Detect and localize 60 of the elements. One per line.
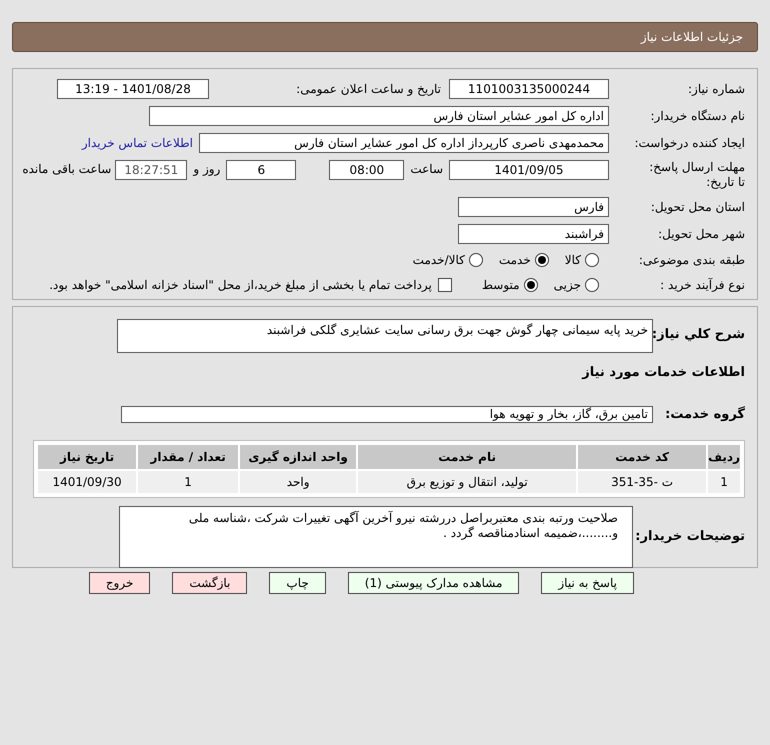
column-header: تاریخ نیاز [38, 445, 136, 469]
table-cell: 1401/09/30 [38, 471, 136, 493]
checkbox[interactable] [438, 278, 452, 292]
field-label: مهلت ارسال پاسخ: تا تاریخ: [648, 160, 745, 190]
countdown-field: 18:27:51 [115, 160, 188, 180]
field-label: تاریخ و ساعت اعلان عمومی: [295, 81, 442, 98]
column-header: کد خدمت [578, 445, 706, 469]
action-button[interactable]: چاپ [269, 572, 326, 594]
input-field[interactable]: تامین برق، گاز، بخار و تهویه هوا [121, 406, 653, 423]
input-field[interactable]: فراشبند [458, 224, 609, 244]
action-button[interactable]: پاسخ به نیاز [541, 572, 634, 594]
radio-label: متوسط [482, 277, 520, 294]
radio-button[interactable] [585, 253, 599, 267]
table-cell: ت -35-351 [578, 471, 706, 493]
payment-note: پرداخت تمام یا بخشی از مبلغ خرید،از محل "اسناد خزانه اسلامی" خواهد بود. [49, 277, 432, 294]
field-label: توضیحات خریدار: [634, 528, 745, 546]
input-field[interactable]: 6 [226, 160, 296, 180]
input-field[interactable]: فارس [458, 197, 609, 217]
field-label: نام دستگاه خریدار: [650, 108, 745, 125]
field-label: شرح کلي نياز: [653, 326, 745, 344]
table-cell: 1 [138, 471, 238, 493]
radio-button[interactable] [585, 278, 599, 292]
column-header: تعداد / مقدار [138, 445, 238, 469]
field-label: شماره نیاز: [687, 81, 745, 98]
input-field[interactable]: 1401/09/05 [449, 160, 609, 180]
field-label: روز و [192, 161, 222, 178]
input-field[interactable]: 08:00 [329, 160, 404, 180]
radio-label: خدمت [498, 252, 531, 269]
field-label: نوع فرآیند خرید : [659, 277, 745, 294]
radio-label: کالا/خدمت [412, 252, 465, 269]
input-field[interactable]: 1401/08/28 - 13:19 [57, 79, 209, 99]
action-button[interactable]: مشاهده مدارک پیوستی (1) [348, 572, 520, 594]
field-label: استان محل تحویل: [650, 199, 745, 216]
section-heading: اطلاعات خدمات مورد نیاز [580, 364, 745, 382]
table-cell: تولید، انتقال و توزیع برق [358, 471, 576, 493]
column-header: ردیف [708, 445, 740, 469]
input-field[interactable]: 1101003135000244 [449, 79, 609, 99]
radio-button[interactable] [468, 253, 483, 267]
action-button[interactable]: بازگشت [172, 572, 248, 594]
field-label: شهر محل تحویل: [657, 226, 745, 243]
radio-label: کالا [564, 252, 581, 269]
field-label: گروه خدمت: [664, 405, 745, 424]
field-label: طبقه بندی موضوعی: [638, 252, 745, 269]
input-field[interactable]: محمدمهدی ناصری کارپرداز اداره کل امور عشایر استان فارس [199, 133, 609, 153]
field-label: ساعت باقی مانده [22, 161, 112, 178]
description-field: خرید پایه سیمانی چهار گوش جهت برق رسانی سایت عشایری گلکی فراشبند [117, 319, 653, 353]
column-header: نام خدمت [358, 445, 576, 469]
radio-button[interactable] [534, 253, 549, 267]
input-field[interactable]: اداره کل امور عشایر استان فارس [149, 106, 609, 126]
table-cell: 1 [708, 471, 740, 493]
radio-label: جزیی [554, 277, 581, 294]
radio-button[interactable] [524, 278, 538, 292]
buyer-contact-link[interactable]: اطلاعات تماس خریدار [82, 134, 193, 152]
page-title: جزئیات اطلاعات نیاز [640, 30, 743, 44]
action-button[interactable]: خروج [88, 572, 150, 594]
field-label: ساعت [409, 161, 444, 178]
column-header: واحد اندازه گیری [240, 445, 356, 469]
field-label: ایجاد کننده درخواست: [633, 135, 745, 152]
table-cell: واحد [240, 471, 356, 493]
notes-box: صلاحیت ورتبه بندی معتبربراصل دررشته نیرو آخرین آگهی تغییرات شرکت ،شناسه ملی و........،ضمیمه اسنادمناقصه گردد . [119, 506, 633, 568]
